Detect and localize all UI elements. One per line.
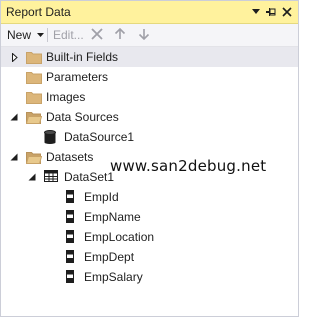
folder-icon [26, 50, 42, 64]
folder-icon [26, 90, 42, 104]
delete-icon[interactable] [91, 28, 103, 44]
edit-button[interactable]: Edit... [53, 27, 84, 43]
table-icon [44, 170, 60, 184]
tree-item-label: EmpDept [84, 250, 135, 264]
panel-toolbar: New Edit... [1, 24, 298, 47]
new-button-label: New [7, 28, 32, 42]
folder-open-icon [25, 110, 43, 124]
expand-icon[interactable] [10, 52, 20, 62]
pin-icon[interactable] [264, 4, 278, 19]
folder-icon [26, 70, 42, 84]
tree-item-label: EmpName [84, 210, 141, 224]
window-position-dropdown-icon[interactable] [249, 4, 263, 19]
tree-item-label: EmpLocation [84, 230, 155, 244]
tree-item-label: DataSet1 [64, 170, 115, 184]
tree-item-label: EmpSalary [84, 270, 143, 284]
tree-item-data-sources[interactable]: Data Sources [1, 107, 298, 127]
tree-item-field-empdept[interactable]: EmpDept [1, 247, 298, 267]
chevron-down-icon [37, 33, 45, 38]
new-button[interactable]: New [7, 27, 45, 43]
tree-item-label: Datasets [46, 150, 94, 164]
tree-item-label: Images [46, 90, 86, 104]
tree-item-built-in-fields[interactable]: Built-in Fields [1, 47, 298, 67]
folder-open-icon [25, 150, 43, 164]
panel-title: Report Data [6, 5, 71, 19]
tree-item-field-emplocation[interactable]: EmpLocation [1, 227, 298, 247]
collapse-icon[interactable] [27, 172, 37, 182]
tree-item-field-empsalary[interactable]: EmpSalary [1, 267, 298, 287]
tree-item-images[interactable]: Images [1, 87, 298, 107]
collapse-icon[interactable] [9, 112, 19, 122]
panel-title-bar: Report Data [1, 1, 298, 24]
tree-item-parameters[interactable]: Parameters [1, 67, 298, 87]
collapse-icon[interactable] [9, 152, 19, 162]
tree-item-label: Parameters [46, 70, 109, 84]
move-down-icon[interactable] [138, 28, 150, 44]
tree-item-datasource1[interactable]: DataSource1 [1, 127, 298, 147]
field-icon [66, 250, 76, 264]
field-icon [66, 270, 76, 284]
field-icon [66, 210, 76, 224]
tree-item-label: EmpId [84, 190, 119, 204]
close-icon[interactable] [280, 4, 294, 19]
tree-item-field-empid[interactable]: EmpId [1, 187, 298, 207]
tree-item-field-empname[interactable]: EmpName [1, 207, 298, 227]
tree-item-label: Built-in Fields [46, 50, 119, 64]
field-icon [66, 230, 76, 244]
toolbar-separator [47, 28, 48, 42]
watermark-text: www.san2debug.net [110, 157, 267, 175]
tree-item-label: Data Sources [46, 110, 119, 124]
database-icon [44, 130, 58, 144]
field-icon [66, 190, 76, 204]
move-up-icon[interactable] [114, 27, 126, 44]
report-data-panel: Report Data New Edit... Built-in Fields … [0, 0, 299, 317]
tree-item-label: DataSource1 [64, 130, 135, 144]
